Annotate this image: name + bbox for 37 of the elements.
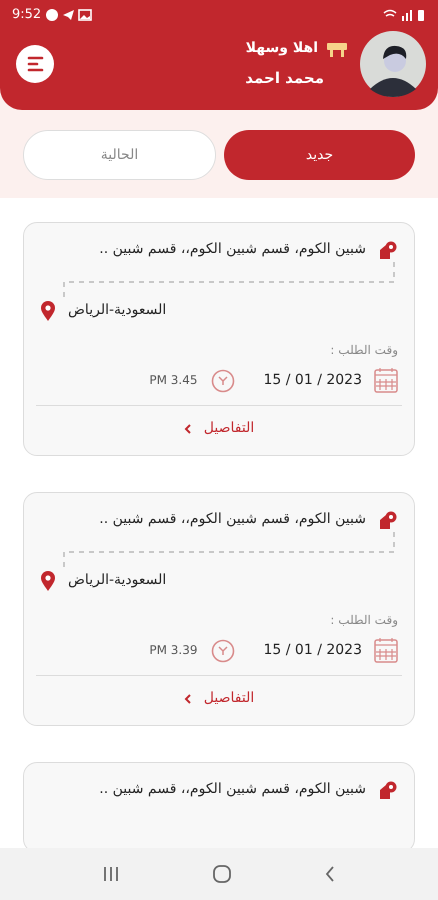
details-link[interactable]: التفاصيل <box>184 418 254 439</box>
house-pin-icon <box>378 510 398 530</box>
pickup-address: شبين الكوم، قسم شبين الكوم،، قسم شبين .. <box>99 240 366 259</box>
order-date: 15 / 01 / 2023 <box>264 370 362 390</box>
back-icon[interactable] <box>324 865 336 883</box>
order-time: PM 3.39 <box>149 642 198 659</box>
menu-icon <box>26 56 44 72</box>
house-pin-icon <box>378 240 398 260</box>
house-pin-icon <box>378 780 398 800</box>
destination-address: السعودية-الرياض <box>68 301 166 320</box>
status-icons <box>382 8 426 22</box>
order-time: PM 3.45 <box>149 372 198 389</box>
location-pin-icon <box>40 570 56 590</box>
calendar-icon <box>374 367 398 393</box>
clock-icon <box>210 637 236 663</box>
order-date: 15 / 01 / 2023 <box>264 640 362 660</box>
time-label: وقت الطلب : <box>329 342 398 359</box>
user-name: محمد احمد <box>245 68 324 90</box>
calendar-icon <box>374 637 398 663</box>
location-pin-icon <box>40 300 56 320</box>
chevron-left-icon <box>184 692 192 704</box>
chevron-left-icon <box>184 422 192 434</box>
avatar <box>360 31 426 97</box>
clock-icon <box>210 367 236 393</box>
pickup-address: شبين الكوم، قسم شبين الكوم،، قسم شبين .. <box>99 510 366 529</box>
details-link[interactable]: التفاصيل <box>184 688 254 709</box>
home-icon[interactable] <box>212 865 232 883</box>
greeting-text: اهلا وسهلا <box>246 39 318 58</box>
time-label: وقت الطلب : <box>329 612 398 629</box>
pickup-address: شبين الكوم، قسم شبين الكوم،، قسم شبين .. <box>99 780 366 799</box>
tab[interactable]: الحالية <box>23 130 216 180</box>
menu-button[interactable] <box>16 45 54 83</box>
recent-apps-icon[interactable] <box>102 866 120 882</box>
destination-address: السعودية-الرياض <box>68 571 166 590</box>
sign-icon <box>326 40 348 57</box>
tab[interactable]: جديد <box>224 130 415 180</box>
status-time: 9:52 <box>12 6 42 24</box>
